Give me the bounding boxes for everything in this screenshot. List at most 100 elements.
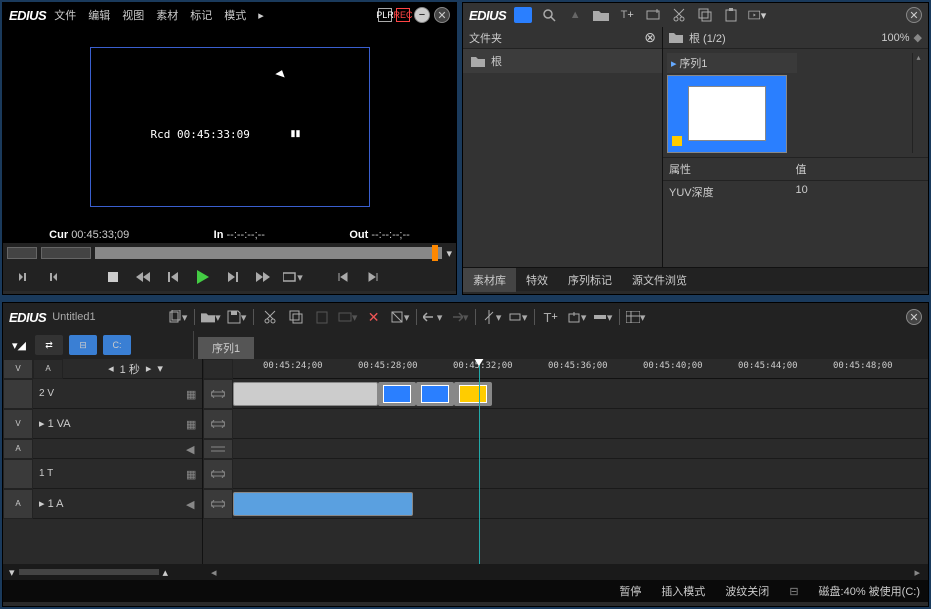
lane-1t[interactable]: [233, 459, 928, 489]
next-frame-button[interactable]: [223, 268, 243, 286]
lane-1va-v[interactable]: [233, 409, 928, 439]
rec-button[interactable]: REC: [396, 8, 410, 22]
menu-file[interactable]: 文件: [50, 7, 80, 23]
undo-icon[interactable]: ▾: [423, 307, 443, 327]
scrub-seg-2[interactable]: [41, 247, 91, 259]
razor-icon[interactable]: ▾: [482, 307, 502, 327]
new-icon[interactable]: ▾: [168, 307, 188, 327]
layout-icon[interactable]: ▾: [626, 307, 646, 327]
audio-icon[interactable]: ◀: [186, 443, 198, 455]
copy-icon[interactable]: [286, 307, 306, 327]
next-edit-button[interactable]: [363, 268, 383, 286]
scrub-bar[interactable]: [95, 247, 442, 259]
render-icon[interactable]: ▾: [593, 307, 613, 327]
cut-icon[interactable]: [670, 6, 688, 24]
timeline-tracks[interactable]: 00:45:24;00 00:45:28;00 00:45:32;00 00:4…: [233, 359, 928, 564]
zoom-dropdown-icon[interactable]: ▾: [157, 362, 163, 375]
track-v-patch[interactable]: V: [3, 359, 33, 379]
save-icon[interactable]: ▾: [227, 307, 247, 327]
prop-row[interactable]: YUV深度 10: [663, 181, 928, 203]
prev-frame-button[interactable]: [163, 268, 183, 286]
fast-forward-button[interactable]: [253, 268, 273, 286]
prev-edit-button[interactable]: [333, 268, 353, 286]
video-icon[interactable]: ▦: [186, 388, 198, 400]
cur-value[interactable]: 00:45:33;09: [71, 229, 129, 241]
delete-icon[interactable]: ✕: [364, 307, 384, 327]
video-icon[interactable]: ▦: [186, 418, 198, 430]
open-icon[interactable]: ▾: [201, 307, 221, 327]
track-2v-mute[interactable]: [3, 379, 33, 409]
timeline-ruler[interactable]: 00:45:24;00 00:45:28;00 00:45:32;00 00:4…: [233, 359, 928, 379]
scrub-marker[interactable]: [432, 245, 438, 261]
patch-1va-v[interactable]: [203, 409, 233, 439]
track-1t-mute[interactable]: [3, 459, 33, 489]
in-value[interactable]: --:--:--;--: [227, 229, 265, 241]
clip-thumbnail[interactable]: [667, 75, 787, 153]
track-1va-label[interactable]: ▸ 1 VA: [33, 417, 186, 430]
mode-normal-icon[interactable]: ▾◢: [9, 335, 29, 355]
tab-marker[interactable]: 序列标记: [558, 268, 622, 292]
clip-block[interactable]: [416, 382, 454, 406]
up-folder-icon[interactable]: ▲: [566, 6, 584, 24]
paste-icon[interactable]: [722, 6, 740, 24]
lane-2v[interactable]: [233, 379, 928, 409]
clip-block[interactable]: [454, 382, 492, 406]
clip-block[interactable]: [233, 382, 378, 406]
rewind-button[interactable]: [133, 268, 153, 286]
menu-marker[interactable]: 标记: [186, 7, 216, 23]
play-button[interactable]: [193, 268, 213, 286]
stop-button[interactable]: [103, 268, 123, 286]
track-2v-label[interactable]: 2 V: [33, 388, 186, 399]
close-icon[interactable]: ✕: [906, 309, 922, 325]
timeline-hscroll[interactable]: ▾ ▴ ◂ ▸: [3, 564, 928, 580]
capture-icon[interactable]: ▾: [567, 307, 587, 327]
set-out-button[interactable]: [43, 268, 63, 286]
clip-block[interactable]: [378, 382, 416, 406]
menu-edit[interactable]: 编辑: [84, 7, 114, 23]
tab-effect[interactable]: 特效: [516, 268, 558, 292]
folder-root[interactable]: 根: [463, 49, 662, 73]
redo-icon[interactable]: ▾: [449, 307, 469, 327]
clip-block-audio[interactable]: [233, 492, 413, 516]
replace-icon[interactable]: ▾: [338, 307, 358, 327]
clip-item[interactable]: ▸ 序列1: [667, 53, 797, 153]
next-zoom-icon[interactable]: ▸: [140, 362, 158, 375]
mode-sync-button[interactable]: C:: [103, 335, 131, 355]
ripple-delete-icon[interactable]: ▾: [390, 307, 410, 327]
lane-1a[interactable]: [233, 489, 928, 519]
menu-clip[interactable]: 素材: [152, 7, 182, 23]
open-folder-icon[interactable]: [592, 6, 610, 24]
sequence-tab[interactable]: 序列1: [198, 337, 254, 359]
scroll-right-icon[interactable]: ▸: [906, 566, 928, 579]
tab-browser[interactable]: 源文件浏览: [622, 268, 697, 292]
zoom-in-icon[interactable]: ▴: [163, 566, 169, 579]
export-icon[interactable]: ▾: [748, 6, 766, 24]
scroll-left-icon[interactable]: ◂: [203, 566, 225, 579]
track-a-patch[interactable]: A: [33, 359, 63, 379]
zoom-value[interactable]: 100%: [881, 32, 909, 44]
add-title-icon[interactable]: T+: [618, 6, 636, 24]
tab-bin[interactable]: 素材库: [463, 268, 516, 292]
track-1a-label[interactable]: ▸ 1 A: [33, 497, 186, 510]
scrollbar[interactable]: ▴: [912, 53, 924, 153]
scrub-seg-1[interactable]: [7, 247, 37, 259]
cut-icon[interactable]: [260, 307, 280, 327]
playhead[interactable]: [479, 359, 480, 564]
zoom-slider-icon[interactable]: ◆: [914, 31, 922, 44]
plr-button[interactable]: PLR: [378, 8, 392, 22]
new-seq-icon[interactable]: [644, 6, 662, 24]
mode-ripple-button[interactable]: ⊟: [69, 335, 97, 355]
paste-icon[interactable]: [312, 307, 332, 327]
audio-icon[interactable]: ◀: [186, 498, 198, 510]
mode-insert-button[interactable]: ⇄: [35, 335, 63, 355]
folder-close-icon[interactable]: ⊗: [644, 29, 656, 46]
patch-2v[interactable]: [203, 379, 233, 409]
zoom-out-icon[interactable]: ▾: [9, 566, 15, 579]
zoom-label[interactable]: 1 秒: [120, 361, 140, 377]
video-icon[interactable]: ▦: [186, 468, 198, 480]
track-1t-label[interactable]: 1 T: [33, 468, 186, 479]
menu-more-icon[interactable]: ▸: [254, 9, 268, 22]
scrub-menu-icon[interactable]: ▾: [446, 247, 452, 260]
trim-icon[interactable]: ▾: [508, 307, 528, 327]
menu-view[interactable]: 视图: [118, 7, 148, 23]
